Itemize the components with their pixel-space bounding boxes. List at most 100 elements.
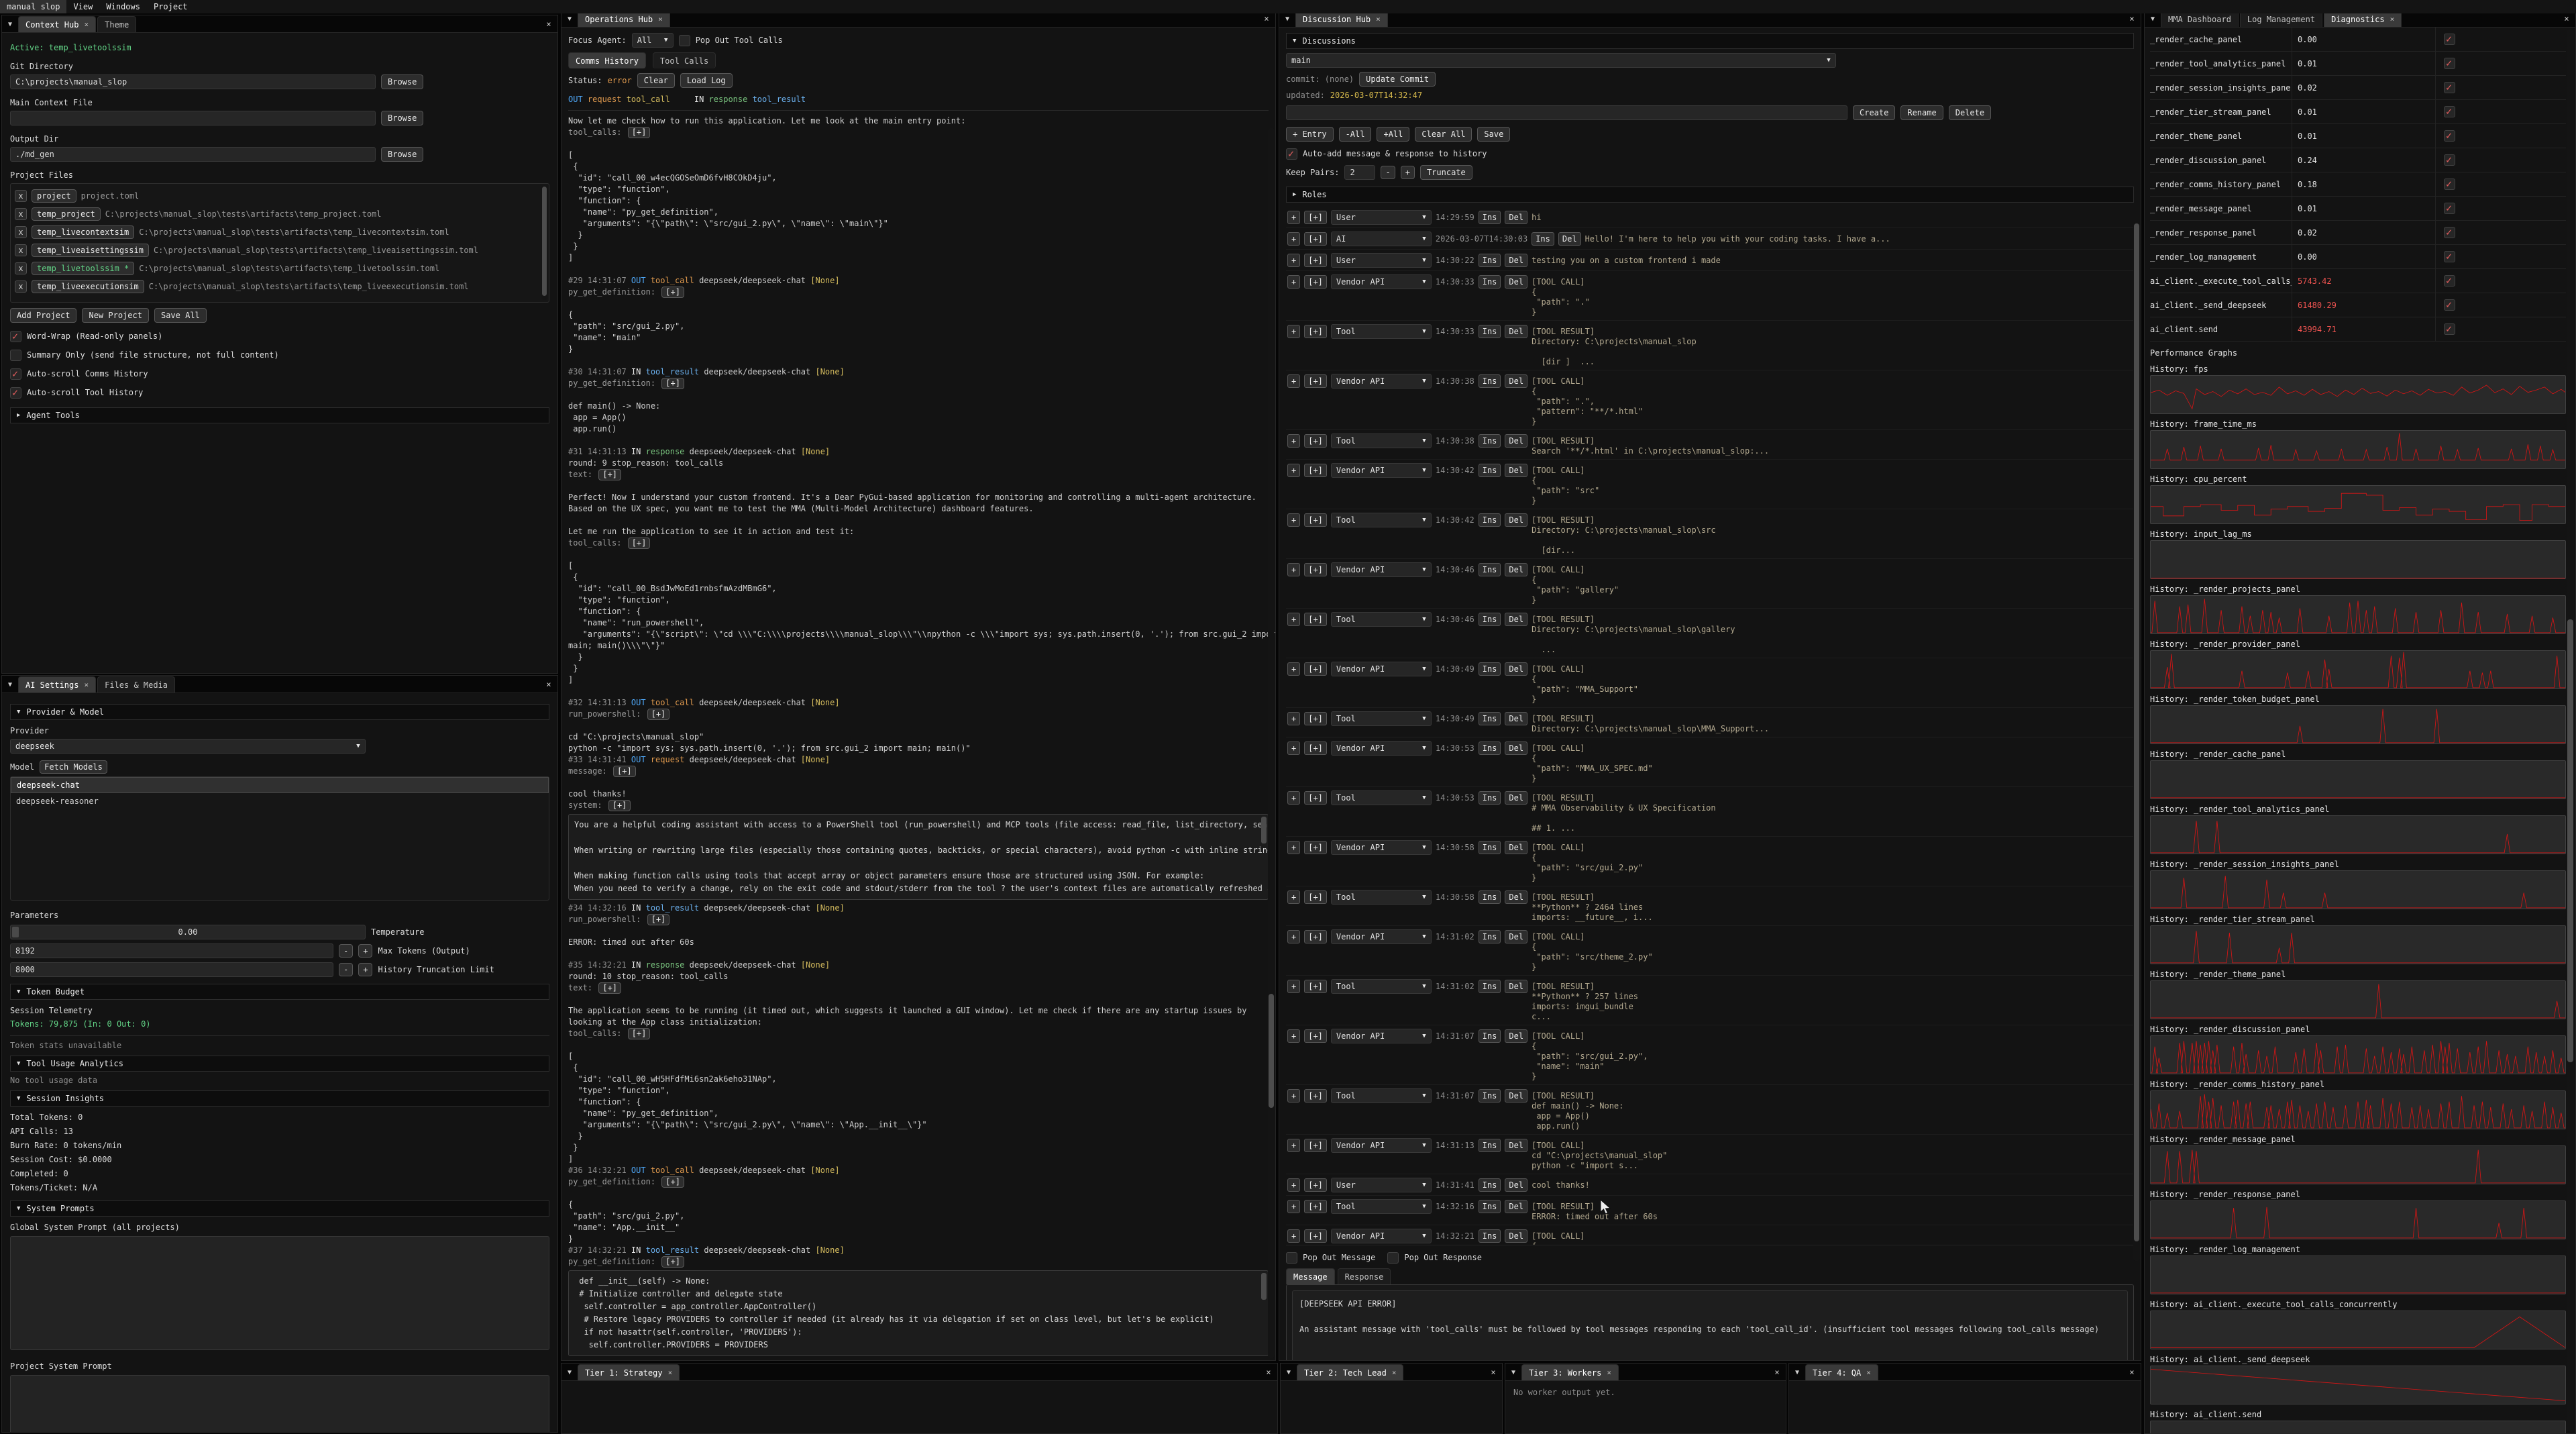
tab-tier3[interactable]: Tier 3: Workers× (1521, 1364, 1619, 1380)
timing-checkbox[interactable] (2444, 178, 2455, 190)
expand-button[interactable]: [+] (661, 1176, 684, 1188)
role-select[interactable]: Tool▼ (1331, 433, 1432, 448)
expand-row-button[interactable]: [+] (1304, 1089, 1327, 1103)
expand-button[interactable]: [+] (647, 709, 670, 720)
timing-checkbox[interactable] (2444, 106, 2455, 117)
history-limit-plus-button[interactable]: + (358, 963, 372, 976)
expand-row-button[interactable]: [+] (1304, 1200, 1327, 1213)
add-row-button[interactable]: + (1287, 712, 1300, 725)
close-icon[interactable]: × (1376, 15, 1381, 23)
close-icon[interactable]: × (1866, 1368, 1871, 1377)
checkbox[interactable] (10, 368, 21, 380)
agent-tools-header[interactable]: ▶ Agent Tools (10, 407, 549, 423)
delete-button[interactable]: Delete (1949, 105, 1991, 120)
checkbox[interactable] (10, 387, 21, 399)
expand-button[interactable]: [+] (608, 800, 631, 811)
git-browse-button[interactable]: Browse (381, 74, 423, 89)
expand-row-button[interactable]: [+] (1304, 741, 1327, 755)
collapse-icon[interactable]: ▼ (561, 1364, 578, 1380)
expand-button[interactable]: [+] (661, 1256, 684, 1268)
expand-row-button[interactable]: [+] (1304, 563, 1327, 576)
add-row-button[interactable]: + (1287, 464, 1300, 477)
delete-button[interactable]: Del (1505, 1229, 1527, 1243)
remove-file-button[interactable]: x (15, 190, 27, 202)
insert-button[interactable]: Ins (1479, 434, 1501, 448)
insert-button[interactable]: Ins (1479, 890, 1501, 904)
role-select[interactable]: Vendor API▼ (1331, 840, 1432, 855)
delete-button[interactable]: Del (1505, 841, 1527, 854)
scrollbar[interactable] (2567, 29, 2574, 1432)
remove-file-button[interactable]: x (15, 244, 27, 256)
expand-row-button[interactable]: [+] (1304, 930, 1327, 943)
insert-button[interactable]: Ins (1479, 712, 1501, 725)
delete-button[interactable]: Del (1505, 1089, 1527, 1103)
role-select[interactable]: Tool▼ (1331, 612, 1432, 627)
tab-theme[interactable]: Theme (97, 16, 136, 32)
remove-file-button[interactable]: x (15, 208, 27, 220)
expand-row-button[interactable]: [+] (1304, 662, 1327, 676)
delete-button[interactable]: Del (1505, 563, 1527, 576)
close-icon[interactable]: × (84, 680, 89, 689)
save-button[interactable]: Save (1477, 127, 1510, 142)
focus-agent-select[interactable]: All▼ (632, 33, 674, 48)
max-tokens-minus-button[interactable]: - (339, 944, 353, 958)
expand-row-button[interactable]: [+] (1304, 613, 1327, 626)
insert-button[interactable]: Ins (1479, 613, 1501, 626)
add-row-button[interactable]: + (1287, 613, 1300, 626)
add-row-button[interactable]: + (1287, 374, 1300, 388)
collapse-icon[interactable]: ▼ (1789, 1364, 1805, 1380)
global-prompt-textarea[interactable] (10, 1236, 549, 1350)
insert-button[interactable]: Ins (1532, 232, 1554, 246)
add-row-button[interactable]: + (1287, 980, 1300, 993)
collapse-icon[interactable]: ▼ (2, 16, 18, 32)
tab-tier2[interactable]: Tier 2: Tech Lead× (1297, 1364, 1403, 1380)
role-select[interactable]: Vendor API▼ (1331, 929, 1432, 944)
delete-button[interactable]: Del (1505, 275, 1527, 289)
new-project-button[interactable]: New Project (82, 308, 148, 323)
project-prompt-textarea[interactable] (10, 1375, 549, 1432)
role-select[interactable]: Tool▼ (1331, 790, 1432, 805)
timing-checkbox[interactable] (2444, 323, 2455, 335)
delete-button[interactable]: Del (1558, 232, 1581, 246)
history-limit-input[interactable]: 8000 (10, 962, 333, 977)
scrollbar[interactable] (2133, 222, 2140, 1261)
delete-button[interactable]: Del (1505, 1139, 1527, 1152)
window-close-icon[interactable]: × (540, 676, 557, 693)
project-file-button[interactable]: temp_livecontextsim (32, 225, 134, 239)
close-icon[interactable]: × (1607, 1368, 1611, 1377)
tab-message[interactable]: Message (1286, 1268, 1335, 1284)
insert-button[interactable]: Ins (1479, 211, 1501, 224)
close-icon[interactable]: × (668, 1368, 673, 1377)
insert-button[interactable]: Ins (1479, 275, 1501, 289)
insert-button[interactable]: Ins (1479, 841, 1501, 854)
role-select[interactable]: Vendor API▼ (1331, 562, 1432, 577)
insert-button[interactable]: Ins (1479, 662, 1501, 676)
add-row-button[interactable]: + (1287, 791, 1300, 805)
expand-button[interactable]: [+] (647, 914, 670, 925)
max-tokens-input[interactable]: 8192 (10, 943, 333, 958)
temperature-slider[interactable]: 0.00 (10, 925, 366, 939)
autoadd-checkbox[interactable] (1286, 148, 1297, 160)
output-browse-button[interactable]: Browse (381, 147, 423, 162)
role-select[interactable]: AI▼ (1331, 232, 1432, 246)
rename-button[interactable]: Rename (1900, 105, 1943, 120)
tab-files-media[interactable]: Files & Media (97, 676, 175, 693)
message-textarea[interactable]: [DEEPSEEK API ERROR] An assistant messag… (1292, 1290, 2128, 1360)
expand-row-button[interactable]: [+] (1304, 325, 1327, 338)
menu-item-project[interactable]: Project (147, 0, 195, 13)
role-select[interactable]: Tool▼ (1331, 979, 1432, 994)
keep-pairs-input[interactable]: 2 (1344, 165, 1375, 180)
role-select[interactable]: User▼ (1331, 1178, 1432, 1192)
expand-row-button[interactable]: [+] (1304, 232, 1327, 246)
add-row-button[interactable]: + (1287, 434, 1300, 448)
role-select[interactable]: Tool▼ (1331, 890, 1432, 905)
add-row-button[interactable]: + (1287, 275, 1300, 289)
role-select[interactable]: Vendor API▼ (1331, 662, 1432, 676)
project-file-button[interactable]: temp_liveaisettingssim (32, 244, 149, 257)
discussions-header[interactable]: ▼Discussions (1286, 33, 2134, 49)
save-all-button[interactable]: Save All (154, 308, 207, 323)
add-row-button[interactable]: + (1287, 563, 1300, 576)
delete-button[interactable]: Del (1505, 741, 1527, 755)
close-icon[interactable]: × (2390, 15, 2395, 23)
delete-button[interactable]: Del (1505, 791, 1527, 805)
